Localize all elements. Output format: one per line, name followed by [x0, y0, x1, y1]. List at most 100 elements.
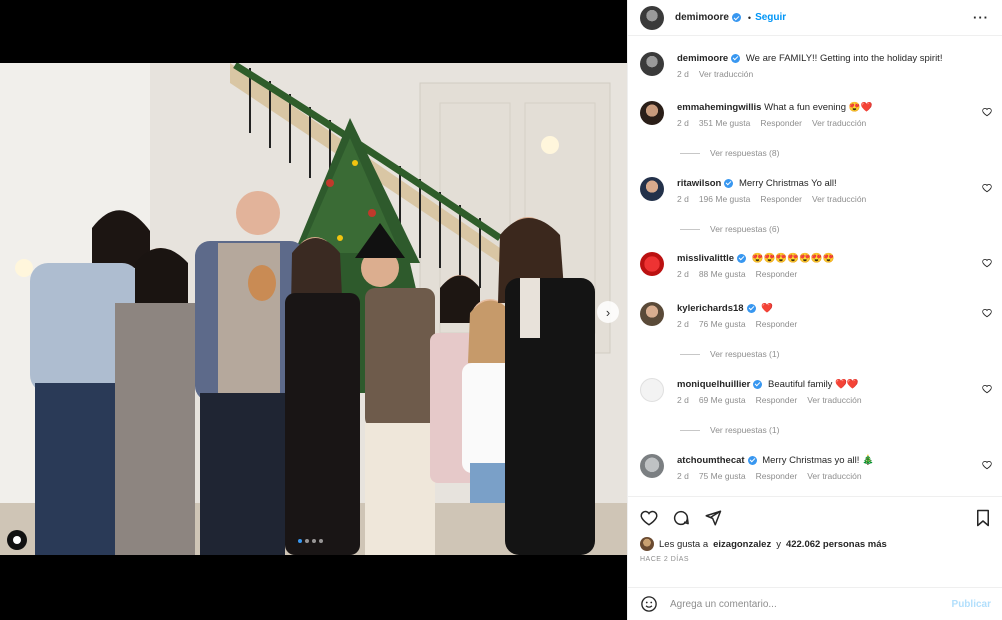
save-bookmark-icon[interactable]	[975, 509, 991, 527]
instagram-post-view: › demimoore • Seguir ··· demimoore We ar…	[0, 0, 1002, 620]
comment-time: 2 d	[677, 395, 689, 405]
comment-likes[interactable]: 75 Me gusta	[699, 471, 746, 481]
comment-emoji: 😍😍😍😍😍😍😍	[751, 253, 835, 264]
reply-button[interactable]: Responder	[756, 395, 798, 405]
post-timestamp: HACE 2 DÍAS	[640, 556, 690, 563]
commenter-username[interactable]: emmahemingwillis	[677, 102, 761, 113]
reply-button[interactable]: Responder	[760, 194, 802, 204]
translate-link[interactable]: Ver traducción	[807, 471, 861, 481]
user-icon	[13, 536, 21, 544]
reply-button[interactable]: Responder	[756, 269, 798, 279]
carousel-dot	[312, 539, 316, 543]
add-comment-bar: Publicar	[628, 587, 1002, 620]
commenter-username[interactable]: ritawilson	[677, 178, 721, 189]
comment-input[interactable]	[670, 598, 952, 610]
comment-text: Merry Christmas Yo all!	[738, 178, 837, 189]
verified-badge-icon	[746, 303, 756, 313]
like-comment-heart-icon[interactable]	[982, 258, 992, 268]
comment-emoji: ❤️	[761, 303, 774, 314]
post-actions: Les gusta a eizagonzalez y 422.062 perso…	[628, 496, 1002, 563]
post-header: demimoore • Seguir ···	[628, 0, 1002, 36]
commenter-avatar[interactable]	[640, 302, 664, 326]
carousel-indicator	[298, 539, 323, 543]
carousel-dot	[298, 539, 302, 543]
comment-likes[interactable]: 69 Me gusta	[699, 395, 746, 405]
verified-badge-icon	[753, 379, 763, 389]
author-avatar[interactable]	[640, 52, 664, 76]
comment-time: 2 d	[677, 269, 689, 279]
post-photo[interactable]: ›	[0, 63, 627, 555]
commenter-username[interactable]: atchoumthecat	[677, 455, 745, 466]
publish-button[interactable]: Publicar	[952, 599, 991, 610]
comment-likes[interactable]: 196 Me gusta	[699, 194, 751, 204]
likes-middle: y	[776, 538, 781, 550]
reply-button[interactable]: Responder	[756, 319, 798, 329]
verified-badge-icon	[737, 253, 747, 263]
like-comment-heart-icon[interactable]	[982, 183, 992, 193]
commenter-avatar[interactable]	[640, 101, 664, 125]
caption-time: 2 d	[677, 69, 689, 79]
commenter-avatar[interactable]	[640, 378, 664, 402]
carousel-dot	[305, 539, 309, 543]
verified-badge-icon	[747, 455, 757, 465]
like-comment-heart-icon[interactable]	[982, 308, 992, 318]
commenter-username[interactable]: moniquelhuillier	[677, 379, 750, 390]
view-replies-button[interactable]: Ver respuestas (6)	[680, 224, 779, 234]
view-replies-button[interactable]: Ver respuestas (1)	[680, 349, 779, 359]
comment-time: 2 d	[677, 319, 689, 329]
comment-emoji: 🎄	[861, 455, 874, 466]
follow-button[interactable]: Seguir	[755, 12, 786, 23]
like-comment-heart-icon[interactable]	[982, 107, 992, 117]
comment-emoji: 😍❤️	[848, 102, 873, 113]
commenter-avatar[interactable]	[640, 252, 664, 276]
caption-text: We are FAMILY!! Getting into the holiday…	[745, 53, 943, 64]
tagged-users-button[interactable]	[7, 530, 27, 550]
like-comment-heart-icon[interactable]	[982, 384, 992, 394]
comment-likes[interactable]: 88 Me gusta	[699, 269, 746, 279]
commenter-username[interactable]: misslivalittle	[677, 253, 734, 264]
commenter-avatar[interactable]	[640, 177, 664, 201]
likes-count[interactable]: 422.062 personas más	[786, 539, 887, 550]
translate-link[interactable]: Ver traducción	[807, 395, 861, 405]
comment-text: What a fun evening	[764, 102, 846, 113]
commenter-avatar[interactable]	[640, 454, 664, 478]
comments-list[interactable]: demimoore We are FAMILY!! Getting into t…	[628, 44, 1002, 496]
view-replies-button[interactable]: Ver respuestas (1)	[680, 425, 779, 435]
liker-avatar[interactable]	[640, 537, 654, 551]
post-side-panel: demimoore • Seguir ··· demimoore We are …	[627, 0, 1002, 620]
share-send-icon[interactable]	[704, 509, 722, 527]
like-heart-icon[interactable]	[640, 509, 658, 527]
next-photo-button[interactable]: ›	[597, 301, 619, 323]
comment-time: 2 d	[677, 118, 689, 128]
comment-time: 2 d	[677, 471, 689, 481]
separator: •	[747, 12, 752, 23]
author-avatar[interactable]	[640, 5, 664, 30]
verified-badge-icon	[724, 178, 734, 188]
more-options-icon[interactable]: ···	[973, 10, 989, 25]
translate-link[interactable]: Ver traducción	[812, 194, 866, 204]
translate-link[interactable]: Ver traducción	[699, 69, 753, 79]
translate-link[interactable]: Ver traducción	[812, 118, 866, 128]
verified-badge-icon	[731, 13, 741, 22]
author-username[interactable]: demimoore	[675, 12, 729, 23]
emoji-smiley-icon[interactable]	[640, 595, 658, 613]
reply-button[interactable]: Responder	[760, 118, 802, 128]
media-pane: ›	[0, 0, 627, 620]
like-comment-heart-icon[interactable]	[982, 460, 992, 470]
likes-prefix: Les gusta a	[659, 538, 709, 550]
likes-summary: Les gusta a eizagonzalez y 422.062 perso…	[640, 537, 991, 551]
comment-bubble-icon[interactable]	[672, 509, 690, 527]
reply-button[interactable]: Responder	[756, 471, 798, 481]
caption-username[interactable]: demimoore	[677, 53, 728, 64]
comment-time: 2 d	[677, 194, 689, 204]
comment-emoji: ❤️❤️	[835, 379, 859, 390]
view-replies-button[interactable]: Ver respuestas (8)	[680, 148, 779, 158]
comment-text: Beautiful family	[768, 379, 833, 390]
comment-text: Merry Christmas yo all!	[762, 455, 860, 466]
commenter-username[interactable]: kylerichards18	[677, 303, 744, 314]
carousel-dot	[319, 539, 323, 543]
comment-likes[interactable]: 351 Me gusta	[699, 118, 751, 128]
family-photo-illustration	[0, 63, 627, 555]
liker-username[interactable]: eizagonzalez	[713, 539, 771, 550]
comment-likes[interactable]: 76 Me gusta	[699, 319, 746, 329]
